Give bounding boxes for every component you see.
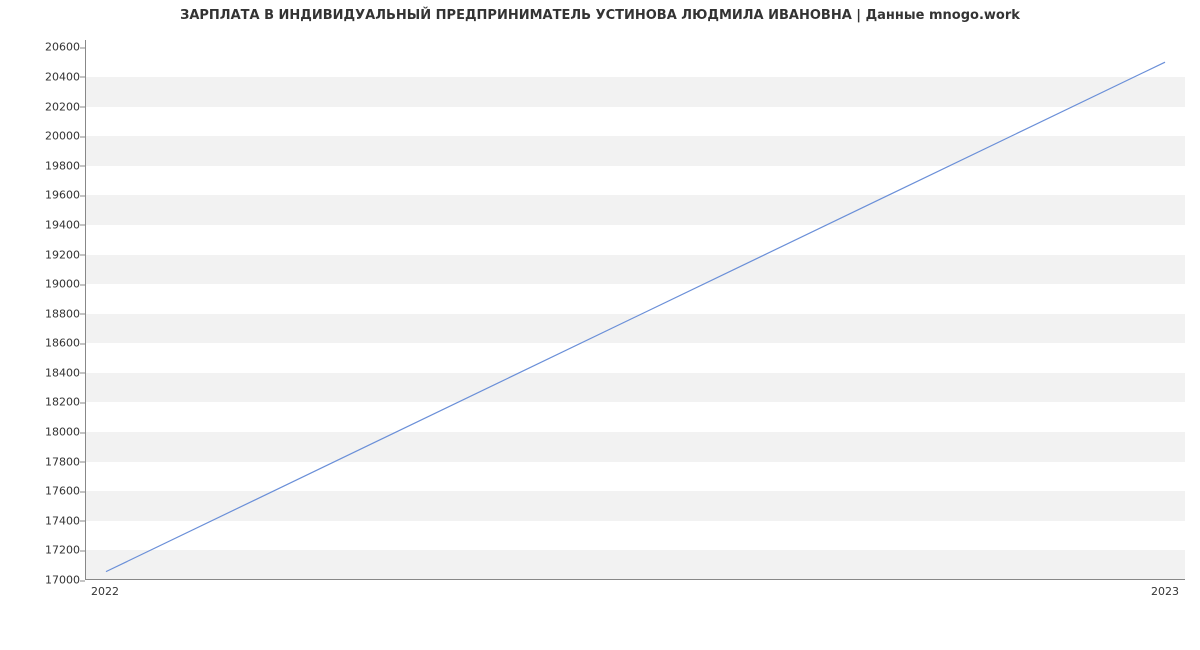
y-tick-label: 20400: [20, 70, 80, 83]
y-tick-label: 19600: [20, 189, 80, 202]
data-line: [86, 40, 1185, 579]
y-tick-label: 19400: [20, 218, 80, 231]
y-tick-label: 20000: [20, 130, 80, 143]
y-tick-label: 18800: [20, 307, 80, 320]
y-tick-label: 20200: [20, 100, 80, 113]
y-tick-label: 17400: [20, 514, 80, 527]
y-tick-label: 18600: [20, 337, 80, 350]
y-tick-label: 19000: [20, 278, 80, 291]
y-tick-label: 18000: [20, 426, 80, 439]
x-tick-label: 2023: [1151, 585, 1179, 598]
plot-area: [85, 40, 1185, 580]
y-tick-label: 17000: [20, 574, 80, 587]
y-tick-label: 17600: [20, 485, 80, 498]
y-tick-label: 18400: [20, 366, 80, 379]
y-tick-label: 19200: [20, 248, 80, 261]
y-tick-label: 19800: [20, 159, 80, 172]
y-tick-label: 17200: [20, 544, 80, 557]
y-tick-label: 17800: [20, 455, 80, 468]
y-tick-label: 20600: [20, 41, 80, 54]
chart-title: ЗАРПЛАТА В ИНДИВИДУАЛЬНЫЙ ПРЕДПРИНИМАТЕЛ…: [0, 8, 1200, 23]
x-tick-label: 2022: [91, 585, 119, 598]
y-tick-label: 18200: [20, 396, 80, 409]
line-chart: ЗАРПЛАТА В ИНДИВИДУАЛЬНЫЙ ПРЕДПРИНИМАТЕЛ…: [0, 0, 1200, 650]
